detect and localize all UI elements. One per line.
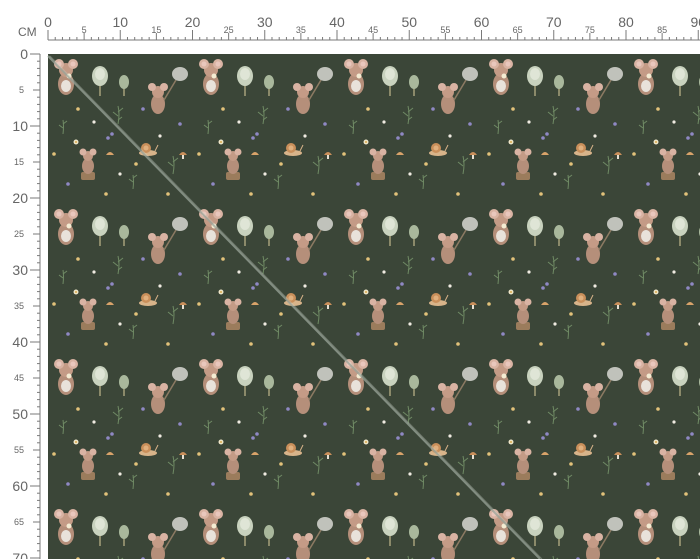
top-ruler-major-label: 40: [329, 14, 345, 30]
left-ruler-minor-label: 5: [19, 85, 24, 95]
top-ruler-minor-label: 25: [224, 25, 234, 35]
top-ruler-minor-label: 85: [657, 25, 667, 35]
top-ruler-major-label: 60: [474, 14, 490, 30]
unit-label: CM: [18, 25, 37, 39]
left-ruler-minor-label: 65: [14, 517, 24, 527]
top-ruler-major-label: 70: [546, 14, 562, 30]
fabric-print-swatch: [48, 54, 700, 559]
top-ruler-minor-label: 5: [82, 25, 87, 35]
top-ruler-major-label: 50: [401, 14, 417, 30]
left-ruler-major-label: 70: [12, 550, 28, 559]
top-ruler-major-label: 80: [618, 14, 634, 30]
left-ruler-major-label: 0: [20, 46, 28, 62]
left-ruler-major-label: 30: [12, 262, 28, 278]
left-ruler-minor-label: 35: [14, 301, 24, 311]
top-ruler-minor-label: 35: [296, 25, 306, 35]
fabric-swatch-viewer: 0 10 20 30 40 50 60 70 80 90 5 15 25 35 45 55 65 75 85 0 10…: [0, 0, 700, 559]
left-ruler-major-label: 50: [12, 406, 28, 422]
left-ruler-major-label: 60: [12, 478, 28, 494]
top-ruler-major-label: 0: [44, 14, 52, 30]
top-ruler-minor-label: 65: [513, 25, 523, 35]
top-ruler-major-label: 30: [257, 14, 273, 30]
top-ruler-major-label: 10: [112, 14, 128, 30]
top-ruler-minor-label: 45: [368, 25, 378, 35]
top-ruler-major-label: 20: [185, 14, 201, 30]
left-ruler-major-label: 10: [12, 118, 28, 134]
top-ruler-minor-label: 55: [440, 25, 450, 35]
left-ruler-minor-label: 25: [14, 229, 24, 239]
left-ruler-minor-label: 45: [14, 373, 24, 383]
top-ruler-minor-label: 15: [151, 25, 161, 35]
left-ruler-minor-label: 55: [14, 445, 24, 455]
left-ruler-major-label: 20: [12, 190, 28, 206]
left-ruler-minor-label: 15: [14, 157, 24, 167]
left-ruler-major-label: 40: [12, 334, 28, 350]
top-ruler-minor-label: 75: [585, 25, 595, 35]
top-ruler-major-label: 90: [690, 14, 700, 30]
